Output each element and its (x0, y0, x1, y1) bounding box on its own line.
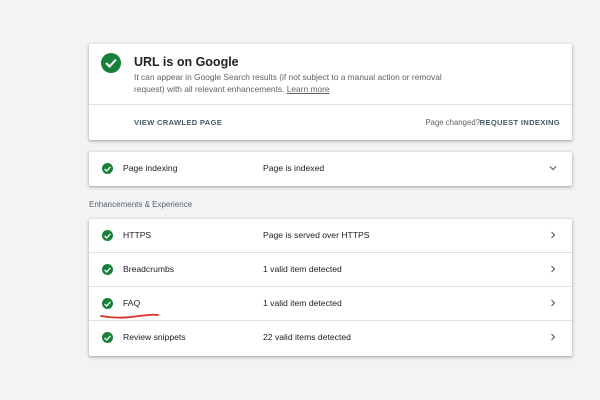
check-circle-icon (102, 230, 113, 241)
row-value: 1 valid item detected (263, 298, 342, 308)
red-underline-annotation (100, 313, 159, 319)
enhancement-row-breadcrumbs[interactable]: Breadcrumbs 1 valid item detected (89, 253, 572, 287)
check-circle-icon (102, 264, 113, 275)
page-changed-label: Page changed? (425, 118, 480, 127)
enhancements-card: HTTPS Page is served over HTTPS Breadcru… (89, 219, 572, 356)
chevron-right-icon[interactable] (548, 264, 558, 274)
enhancements-section-label: Enhancements & Experience (89, 200, 193, 209)
enhancement-row-review-snippets[interactable]: Review snippets 22 valid items detected (89, 321, 572, 355)
page-indexing-card[interactable]: Page indexing Page is indexed (89, 152, 572, 186)
check-circle-icon (102, 298, 113, 309)
chevron-right-icon[interactable] (548, 230, 558, 240)
row-name: Page indexing (123, 163, 178, 173)
row-value: Page is indexed (263, 163, 325, 173)
chevron-right-icon[interactable] (548, 298, 558, 308)
row-value: 22 valid items detected (263, 332, 351, 342)
request-indexing-button[interactable]: REQUEST INDEXING (480, 118, 560, 127)
status-summary: URL is on Google It can appear in Google… (89, 44, 572, 105)
page-indexing-row[interactable]: Page indexing Page is indexed (89, 152, 572, 186)
chevron-right-icon[interactable] (548, 332, 558, 342)
status-title: URL is on Google (134, 55, 239, 69)
row-name: Review snippets (123, 332, 186, 342)
row-name: Breadcrumbs (123, 264, 175, 274)
check-circle-icon (102, 332, 113, 343)
status-description: It can appear in Google Search results (… (134, 71, 464, 95)
row-value: 1 valid item detected (263, 264, 342, 274)
learn-more-link[interactable]: Learn more (287, 84, 330, 94)
check-circle-icon (101, 53, 121, 73)
row-value: Page is served over HTTPS (263, 230, 370, 240)
row-name: HTTPS (123, 230, 152, 240)
chevron-down-icon[interactable] (548, 163, 558, 173)
enhancement-row-https[interactable]: HTTPS Page is served over HTTPS (89, 219, 572, 253)
status-actions: VIEW CRAWLED PAGE Page changed? REQUEST … (89, 105, 572, 140)
check-circle-icon (102, 163, 113, 174)
view-crawled-page-button[interactable]: VIEW CRAWLED PAGE (134, 118, 222, 127)
row-name: FAQ (123, 298, 141, 308)
enhancement-row-faq[interactable]: FAQ 1 valid item detected (89, 287, 572, 321)
url-status-card: URL is on Google It can appear in Google… (89, 44, 572, 140)
